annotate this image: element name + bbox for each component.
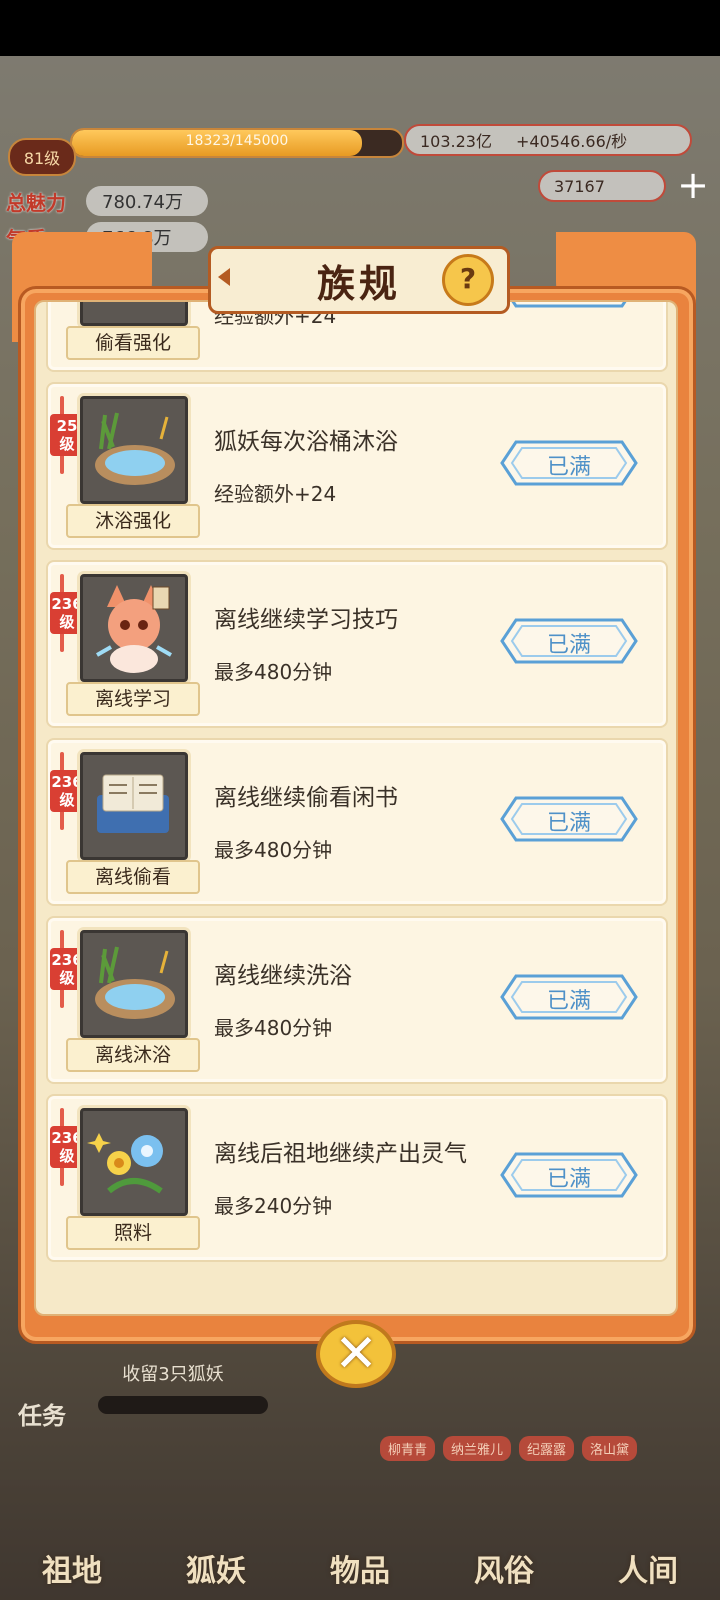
lingqi-value: 103.23亿	[420, 132, 492, 151]
rule-description: 离线后祖地继续产出灵气	[214, 1141, 467, 1167]
rule-card: 236级离线沐浴 离线继续洗浴 最多480分钟 已满	[46, 916, 668, 1084]
exp-bar: 18323/145000	[70, 128, 404, 158]
maxed-button[interactable]: 已满	[500, 1152, 638, 1198]
fox-name[interactable]: 柳青青	[380, 1436, 436, 1461]
rule-effect: 最多480分钟	[214, 838, 333, 862]
rule-name: 离线学习	[66, 682, 200, 716]
level-requirement: 25级	[50, 414, 84, 456]
nav-fox[interactable]: 狐妖	[186, 1546, 246, 1590]
stat-label: 总魅力	[6, 190, 66, 215]
level-requirement: 236级	[50, 770, 84, 812]
book-icon	[80, 302, 188, 326]
maxed-button[interactable]: 已满	[500, 440, 638, 486]
level-badge: 81级	[8, 138, 76, 176]
task-progress	[98, 1396, 268, 1414]
level-ribbon: 236级	[50, 930, 84, 1008]
level-ribbon: 25级	[50, 396, 84, 474]
level-ribbon: 236级	[50, 574, 84, 652]
fox-name[interactable]: 纪露露	[519, 1436, 575, 1461]
rule-name: 照料	[66, 1216, 200, 1250]
level-requirement: 236级	[50, 592, 84, 634]
bath-icon	[80, 930, 188, 1038]
flower-icon	[80, 1108, 188, 1216]
rule-card: 236级离线偷看 离线继续偷看闲书 最多480分钟 已满	[46, 738, 668, 906]
exp-text: 18323/145000	[185, 133, 289, 149]
lingqi-pill: 103.23亿 +40546.66/秒	[404, 124, 692, 156]
maxed-button[interactable]: 已满	[500, 618, 638, 664]
rule-list[interactable]: 偷看强化经验额外+24已满25级沐浴强化狐妖每次浴桶沐浴经验额外+24已满236…	[36, 302, 676, 1314]
stat-charm: 总魅力 780.74万	[6, 186, 208, 216]
book-icon	[80, 752, 188, 860]
rule-card: 236级照料 离线后祖地继续产出灵气 最多240分钟 已满	[46, 1094, 668, 1262]
title-ornament	[218, 268, 230, 286]
rule-description: 离线继续学习技巧	[214, 607, 398, 633]
close-icon: ✕	[334, 1324, 378, 1384]
bath-icon	[80, 396, 188, 504]
fox-name[interactable]: 纳兰雅儿	[443, 1436, 512, 1461]
help-button[interactable]: ?	[442, 254, 494, 306]
plus-button[interactable]: +	[676, 166, 710, 204]
rule-description: 离线继续洗浴	[214, 963, 352, 989]
nav-items[interactable]: 物品	[330, 1546, 390, 1590]
stat-value: 780.74万	[86, 186, 208, 216]
rule-description: 狐妖每次浴桶沐浴	[214, 429, 398, 455]
maxed-button[interactable]: 已满	[500, 796, 638, 842]
task-panel[interactable]: 收留3只狐妖 任务	[18, 1360, 268, 1430]
fox-name-list: 柳青青 纳兰雅儿 纪露露 洛山黛	[380, 1436, 638, 1461]
level-ribbon: 236级	[50, 752, 84, 830]
fox-name[interactable]: 洛山黛	[582, 1436, 638, 1461]
rule-name: 离线偷看	[66, 860, 200, 894]
rule-name: 沐浴强化	[66, 504, 200, 538]
clan-rules-modal: 偷看强化经验额外+24已满25级沐浴强化狐妖每次浴桶沐浴经验额外+24已满236…	[12, 232, 696, 1352]
lingqi-rate: +40546.66/秒	[516, 132, 628, 151]
resource-pill-1: 37167	[538, 170, 666, 202]
rule-effect: 最多240分钟	[214, 1194, 333, 1218]
rule-name: 离线沐浴	[66, 1038, 200, 1072]
status-bar	[0, 0, 720, 56]
task-label: 任务	[18, 1402, 66, 1430]
level-ribbon: 236级	[50, 1108, 84, 1186]
fox-icon	[80, 574, 188, 682]
nav-ancestral-land[interactable]: 祖地	[42, 1546, 102, 1590]
rule-effect: 最多480分钟	[214, 1016, 333, 1040]
close-button[interactable]: ✕	[308, 1314, 404, 1398]
maxed-label: 已满	[546, 633, 591, 658]
modal-content[interactable]: 偷看强化经验额外+24已满25级沐浴强化狐妖每次浴桶沐浴经验额外+24已满236…	[34, 300, 678, 1316]
rule-description: 离线继续偷看闲书	[214, 785, 398, 811]
maxed-label: 已满	[546, 455, 591, 480]
level-requirement: 236级	[50, 1126, 84, 1168]
maxed-button[interactable]: 已满	[500, 974, 638, 1020]
maxed-label: 已满	[546, 811, 591, 836]
resource-value: 37167	[554, 176, 605, 196]
maxed-label: 已满	[546, 989, 591, 1014]
rule-name: 偷看强化	[66, 326, 200, 360]
rule-effect: 经验额外+24	[214, 482, 337, 506]
maxed-button[interactable]: 已满	[500, 302, 638, 308]
level-requirement: 236级	[50, 948, 84, 990]
maxed-label: 已满	[500, 302, 638, 303]
rule-card: 25级沐浴强化 狐妖每次浴桶沐浴 经验额外+24 已满	[46, 382, 668, 550]
rule-card: 236级离线学习 离线继续学习技巧 最多480分钟 已满	[46, 560, 668, 728]
modal-title: 族规	[316, 261, 401, 306]
nav-customs[interactable]: 风俗	[474, 1546, 534, 1590]
maxed-label: 已满	[546, 1167, 591, 1192]
rule-effect: 最多480分钟	[214, 660, 333, 684]
nav-world[interactable]: 人间	[618, 1546, 678, 1590]
bottom-nav: 祖地 狐妖 物品 风俗 人间	[0, 1460, 720, 1600]
task-title: 收留3只狐妖	[122, 1364, 224, 1385]
